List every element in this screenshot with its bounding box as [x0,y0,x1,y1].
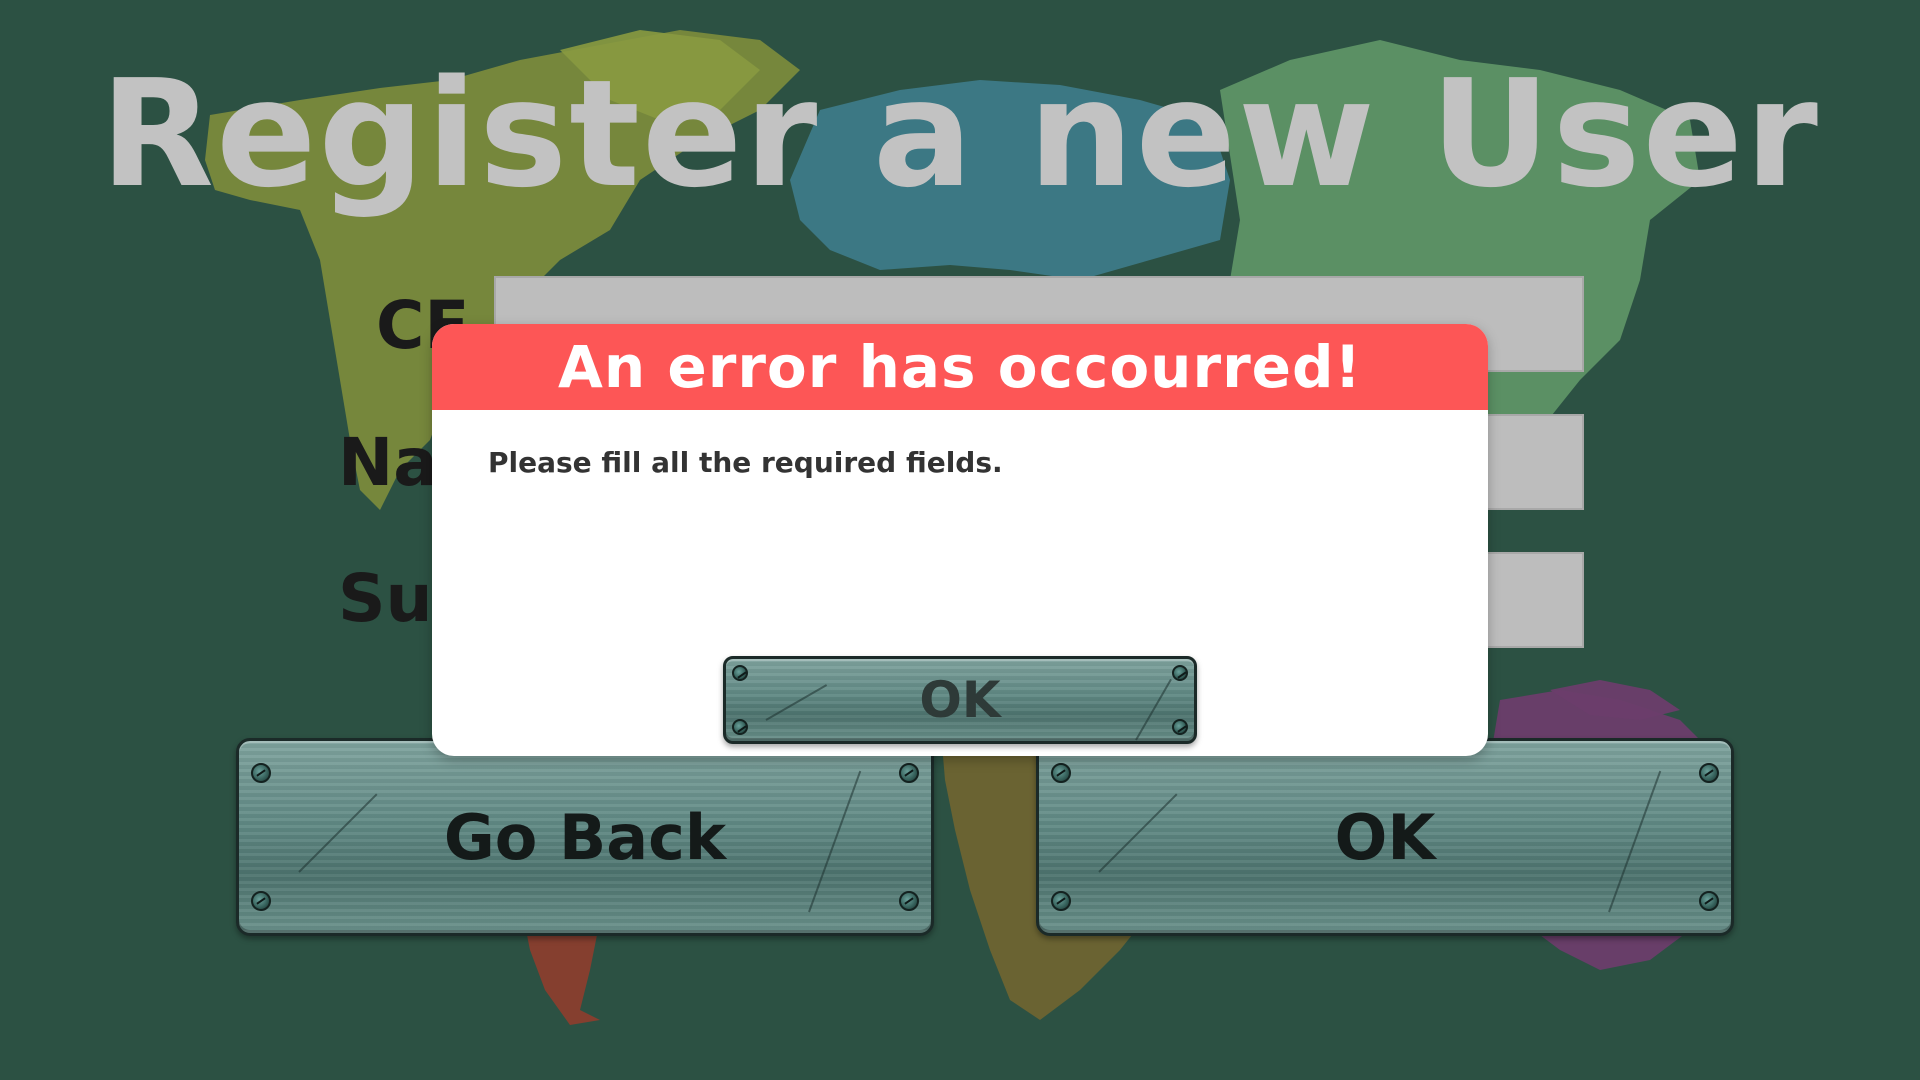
screw-icon [1051,891,1071,911]
error-dialog: An error has occourred! Please fill all … [432,324,1488,756]
screw-icon [251,891,271,911]
page-title: Register a new User [100,48,1820,220]
screw-icon [1172,665,1188,681]
ok-label: OK [1334,800,1436,874]
scratch-mark [808,770,862,913]
error-dialog-header: An error has occourred! [432,324,1488,410]
screw-icon [251,763,271,783]
scratch-mark [298,793,378,873]
dialog-ok-label: OK [919,671,1001,729]
scratch-mark [1098,793,1178,873]
error-dialog-message: Please fill all the required fields. [488,446,1003,479]
screw-icon [732,719,748,735]
registration-screen: Register a new User CF Name Surname Go B… [0,0,1920,1080]
screw-icon [899,763,919,783]
screw-icon [1172,719,1188,735]
scratch-mark [1135,678,1172,741]
screw-icon [1699,891,1719,911]
scratch-mark [1608,770,1662,913]
screw-icon [899,891,919,911]
scratch-mark [765,684,828,721]
dialog-ok-button[interactable]: OK [723,656,1197,744]
error-dialog-title: An error has occourred! [558,333,1362,401]
go-back-button[interactable]: Go Back [236,738,934,936]
screw-icon [732,665,748,681]
ok-button[interactable]: OK [1036,738,1734,936]
go-back-label: Go Back [443,800,727,874]
screw-icon [1699,763,1719,783]
screw-icon [1051,763,1071,783]
